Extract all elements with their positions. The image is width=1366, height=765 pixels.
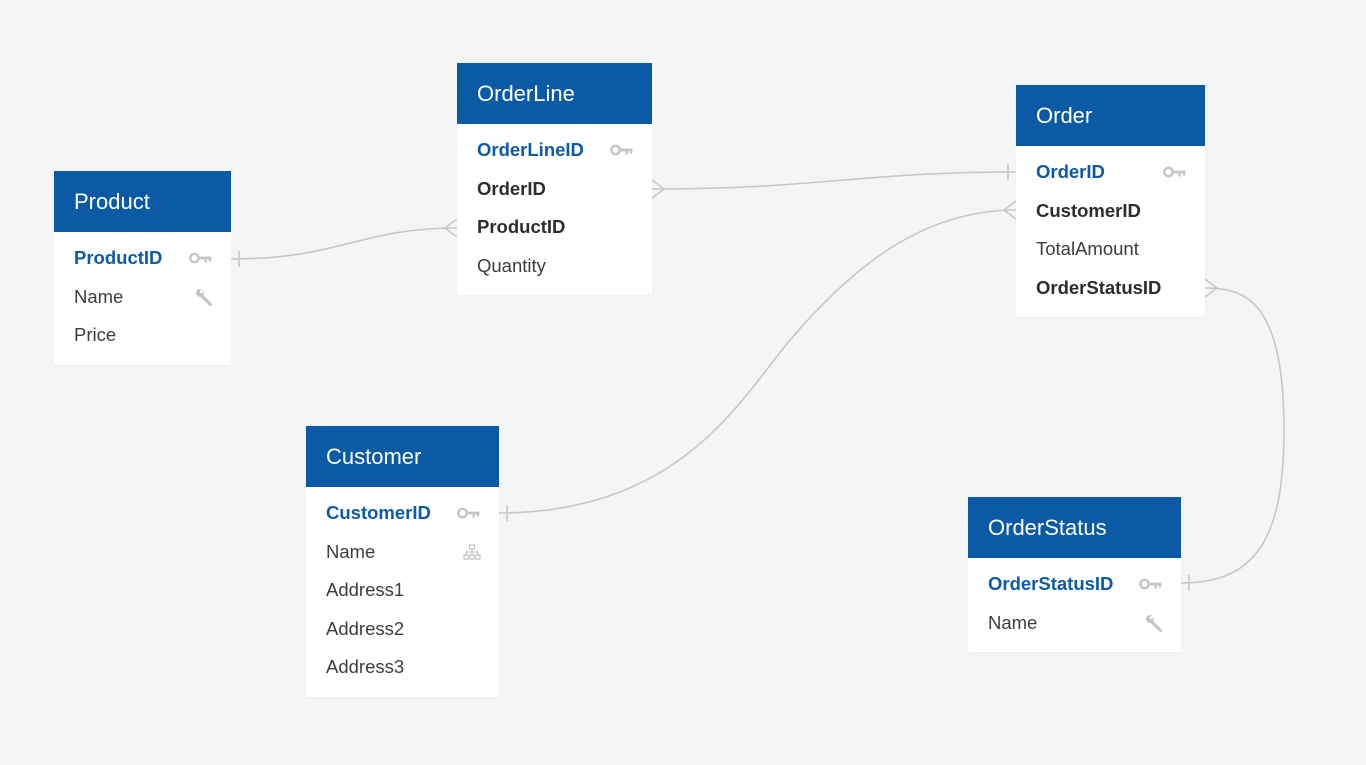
field-row[interactable]: Address1: [306, 571, 499, 610]
entity-title[interactable]: Product: [54, 171, 231, 232]
entity-fields: OrderStatusID Name: [968, 558, 1181, 652]
field-name: Name: [74, 285, 124, 307]
field-row[interactable]: OrderStatusID: [1016, 269, 1205, 308]
field-name: Name: [326, 540, 376, 562]
key-icon: [610, 144, 634, 156]
field-name: OrderLineID: [477, 139, 584, 161]
entity-fields: OrderID CustomerID TotalAmount OrderStat…: [1016, 146, 1205, 317]
entity-title[interactable]: OrderStatus: [968, 497, 1181, 558]
entity-customer[interactable]: Customer CustomerID Name Address1 Addres…: [306, 426, 499, 697]
field-row[interactable]: Quantity: [457, 247, 652, 286]
field-name: Name: [988, 611, 1038, 633]
entity-orderline[interactable]: OrderLine OrderLineID OrderID ProductID …: [457, 63, 652, 295]
field-row[interactable]: Name: [968, 604, 1181, 643]
field-row[interactable]: Name: [306, 533, 499, 572]
entity-title[interactable]: Order: [1016, 85, 1205, 146]
field-row[interactable]: OrderLineID: [457, 131, 652, 170]
field-name: OrderStatusID: [1036, 276, 1162, 298]
field-name: CustomerID: [326, 502, 431, 524]
entity-order[interactable]: Order OrderID CustomerID TotalAmount Ord…: [1016, 85, 1205, 317]
hierarchy-icon: [457, 544, 481, 560]
field-name: Address3: [326, 656, 405, 678]
field-name: Address2: [326, 617, 405, 639]
field-name: OrderID: [477, 177, 546, 199]
field-row[interactable]: OrderID: [1016, 153, 1205, 192]
entity-fields: CustomerID Name Address1 Address2 Addres…: [306, 487, 499, 697]
entity-title[interactable]: OrderLine: [457, 63, 652, 124]
entity-fields: OrderLineID OrderID ProductID Quantity: [457, 124, 652, 295]
entity-product[interactable]: Product ProductID Name Price: [54, 171, 231, 365]
key-icon: [457, 507, 481, 519]
field-row[interactable]: CustomerID: [1016, 192, 1205, 231]
field-row[interactable]: Address3: [306, 648, 499, 687]
field-row[interactable]: Price: [54, 316, 231, 355]
field-row[interactable]: Name: [54, 278, 231, 317]
key-icon: [1139, 578, 1163, 590]
entity-orderstatus[interactable]: OrderStatus OrderStatusID Name: [968, 497, 1181, 652]
relationship-product-orderline[interactable]: [230, 227, 458, 260]
relationship-order-orderline[interactable]: [651, 171, 1017, 190]
field-name: ProductID: [74, 247, 163, 269]
wrench-icon: [1139, 614, 1163, 632]
field-name: CustomerID: [1036, 199, 1141, 221]
key-icon: [189, 252, 213, 264]
field-row[interactable]: ProductID: [54, 239, 231, 278]
entity-title[interactable]: Customer: [306, 426, 499, 487]
field-row[interactable]: TotalAmount: [1016, 230, 1205, 269]
field-name: Price: [74, 324, 117, 346]
field-name: TotalAmount: [1036, 238, 1139, 260]
field-name: ProductID: [477, 216, 566, 238]
entity-fields: ProductID Name Price: [54, 232, 231, 365]
field-row[interactable]: OrderID: [457, 170, 652, 209]
field-name: Address1: [326, 579, 405, 601]
key-icon: [1163, 166, 1187, 178]
field-row[interactable]: Address2: [306, 610, 499, 649]
field-row[interactable]: OrderStatusID: [968, 565, 1181, 604]
wrench-icon: [189, 288, 213, 306]
field-row[interactable]: CustomerID: [306, 494, 499, 533]
field-name: Quantity: [477, 254, 546, 276]
field-row[interactable]: ProductID: [457, 208, 652, 247]
field-name: OrderID: [1036, 161, 1105, 183]
field-name: OrderStatusID: [988, 573, 1114, 595]
relationship-orderstatus-order[interactable]: [1180, 287, 1285, 584]
